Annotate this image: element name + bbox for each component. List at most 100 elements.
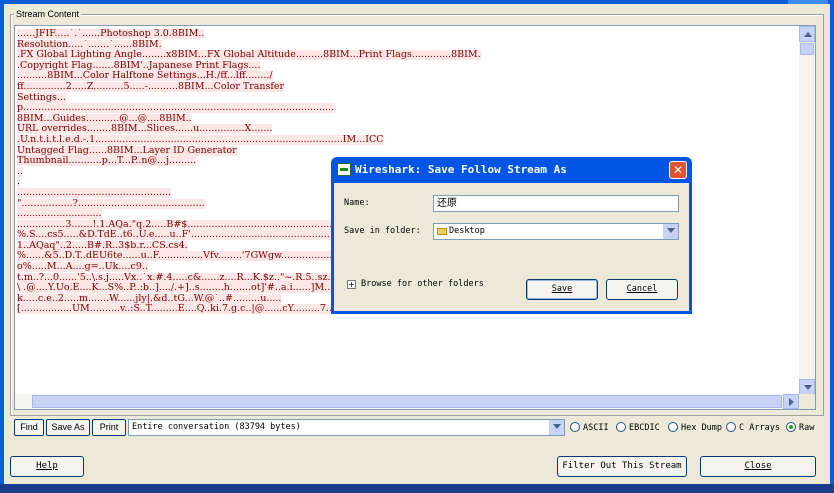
stream-line-text: ........................................… [17,187,172,198]
stream-line-text: %.S....cs5.....&D.TdE..t6..U.e.....u..F'… [17,230,370,241]
stream-line: ff..............2.....Z..........5.....-… [17,81,799,93]
scroll-down-icon [804,385,812,390]
filter-out-stream-button[interactable]: Filter Out This Stream [557,456,687,477]
save-follow-stream-dialog: Wireshark: Save Follow Stream As ✕ Name:… [331,157,692,314]
folder-dropdown-button[interactable] [663,224,678,239]
chevron-down-icon [667,228,675,233]
name-label: Name: [344,198,370,208]
save-in-folder-select[interactable]: Desktop [433,223,679,240]
browse-other-folders-link[interactable]: Browse for other folders [361,278,484,290]
stream-line-text: Thumbnail...........p...T...P..n@...j...… [17,156,197,167]
stream-line-text: ".................?.....................… [17,198,205,209]
stream-line-text: Resolution.....`.......`......8BIM. [17,39,162,50]
radio-circle[interactable] [616,422,626,432]
radio-label: EBCDIC [629,423,660,433]
dialog-title: Wireshark: Save Follow Stream As [355,163,567,176]
stream-line-text: 8BIM...Guides...........@...@....8BIM.. [17,113,192,124]
stream-line-text: o%.....M...A....g=..Uk....c9.. [17,262,148,273]
conversation-dropdown-button[interactable] [549,420,564,435]
cancel-button[interactable]: Cancel [606,279,678,300]
radio-ascii[interactable]: ASCII [570,421,609,435]
stream-line-text: ......JFIF.....`.`......Photoshop 3.0.8B… [17,29,205,39]
vertical-scrollbar[interactable] [799,26,815,395]
radio-circle[interactable] [786,422,796,432]
stream-line-text: ..........8BIM...Color Halftone Settings… [17,71,273,82]
name-input[interactable]: 还原 [433,195,679,212]
radio-c-arrays[interactable]: C Arrays [726,421,780,435]
stream-line: .Copyright Flag.......8BIM'..Japanese Pr… [17,60,799,72]
scrollbar-corner [799,394,815,409]
stream-line-text: k.....c.e..2.....m.......W......jly|.&d.… [17,293,282,304]
radio-circle[interactable] [668,422,678,432]
wireshark-icon [337,163,351,176]
folder-icon [437,228,447,235]
stream-line: Resolution.....`.......`......8BIM. [17,39,799,51]
stream-line: ......JFIF.....`.`......Photoshop 3.0.8B… [17,29,799,40]
help-button[interactable]: Help [10,456,84,477]
stream-line-text: ff..............2.....Z..........5.....-… [17,81,285,92]
radio-label: C Arrays [739,423,780,433]
close-label: Close [744,461,772,471]
radio-label: ASCII [583,423,609,433]
radio-label: Raw [799,423,815,433]
stream-line-text: 1..AQaq"..2.....B#.R..3$b.r...CS.cs4. [17,240,188,251]
radio-raw[interactable]: Raw [786,421,814,435]
dialog-title-bar[interactable]: Wireshark: Save Follow Stream As ✕ [331,157,692,183]
radio-circle[interactable] [570,422,580,432]
save-as-button[interactable]: Save As [46,419,90,436]
radio-label: Hex Dump [681,423,722,433]
radio-circle[interactable] [726,422,736,432]
conversation-select-value: Entire conversation (83794 bytes) [132,422,301,432]
stream-line: p.......................................… [17,103,799,114]
stream-content-label: Stream Content [14,9,82,19]
find-button[interactable]: Find [14,419,44,436]
stream-line-text: .. [17,166,24,177]
window-frame-left [0,0,4,493]
stream-line-text: . [17,177,21,188]
radio-hex-dump[interactable]: Hex Dump [668,421,722,435]
print-button[interactable]: Print [92,419,126,436]
scroll-up-icon [804,32,812,37]
scroll-right-button[interactable] [783,394,799,409]
chevron-down-icon [553,424,561,429]
help-label: Help [36,461,58,471]
stream-line-text: Untagged Flag......8BIM...Layer ID Gener… [17,145,237,156]
taskbar-strip [0,484,834,493]
folder-value: Desktop [449,226,485,236]
stream-line: URL overrides........8BIM...Slices......… [17,124,799,135]
stream-line-text: ................3.......!.1.AQa."q.2....… [17,219,358,230]
window-frame-right [830,0,834,493]
stream-line: .U.n.t.i.t.l.e.d.-.1....................… [17,134,799,146]
conversation-select[interactable]: Entire conversation (83794 bytes) [128,419,565,436]
dialog-body: Name: 还原 Save in folder: Desktop + Brows… [334,183,689,311]
vertical-scroll-thumb[interactable] [800,43,814,55]
window-controls [788,0,828,4]
browse-label: Browse for other folders [361,279,484,289]
scroll-right-icon [789,398,794,406]
close-icon[interactable]: ✕ [669,161,687,179]
stream-line-text: Settings... [17,92,66,103]
horizontal-scrollbar[interactable] [15,394,799,409]
radio-ebcdic[interactable]: EBCDIC [616,421,660,435]
stream-line: ..........8BIM...Color Halftone Settings… [17,71,799,82]
cancel-label: Cancel [626,284,658,294]
stream-line-text: p.......................................… [17,103,335,114]
stream-toolbar: Find Save As Print Entire conversation (… [14,419,822,437]
scroll-down-button[interactable] [799,379,815,395]
stream-line: Settings... [17,92,799,104]
stream-line-text: .U.n.t.i.t.l.e.d.-.1....................… [17,134,384,145]
scroll-up-button[interactable] [799,26,815,42]
expander-plus-icon[interactable]: + [347,280,356,289]
stream-line-text: .Copyright Flag.......8BIM'..Japanese Pr… [17,60,261,71]
stream-line-text: .FX Global Lighting Angle........x8BIM..… [17,50,481,61]
close-button[interactable]: Close [700,456,816,477]
stream-line: Untagged Flag......8BIM...Layer ID Gener… [17,145,799,157]
save-label: Save [551,284,573,294]
save-in-folder-label: Save in folder: [344,226,421,236]
stream-line-text: ............................ [17,209,102,220]
window-frame-top [0,0,834,4]
stream-line: .FX Global Lighting Angle........x8BIM..… [17,50,799,61]
stream-line: 8BIM...Guides...........@...@....8BIM.. [17,113,799,125]
save-button[interactable]: Save [526,279,598,300]
horizontal-scroll-thumb[interactable] [32,395,782,408]
